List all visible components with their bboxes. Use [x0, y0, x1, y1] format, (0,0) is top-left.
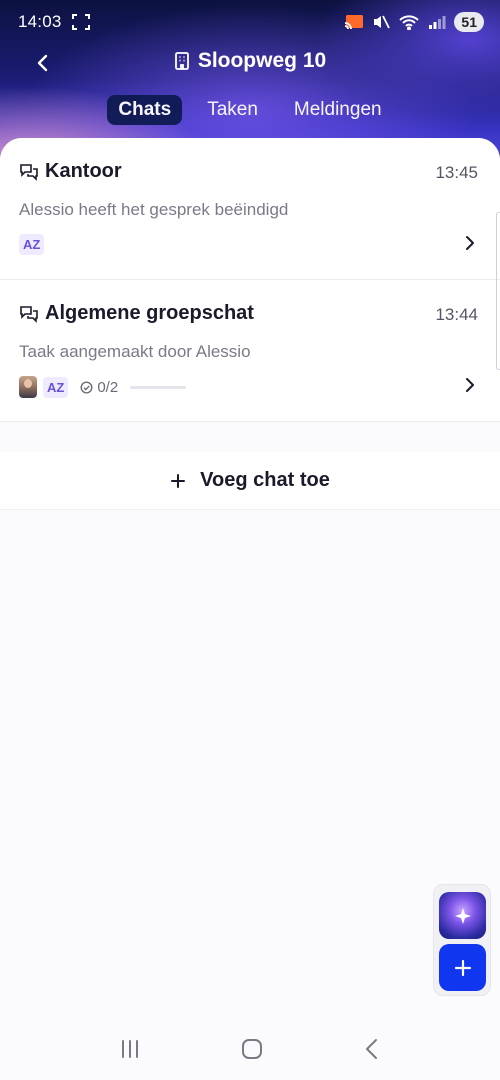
building-icon — [174, 52, 189, 70]
chat-time: 13:44 — [435, 305, 478, 324]
task-count-label: 0/2 — [97, 378, 119, 396]
recent-apps-icon[interactable] — [119, 1038, 141, 1060]
title-bar: Sloopweg 10 — [0, 40, 500, 82]
chat-time: 13:45 — [435, 163, 478, 182]
check-circle-icon — [80, 380, 93, 394]
chat-bubbles-icon — [20, 163, 38, 181]
chevron-right-icon — [466, 378, 474, 392]
screen-expand-icon — [71, 14, 90, 30]
page-title: Sloopweg 10 — [197, 49, 327, 72]
chevron-left-icon — [37, 54, 48, 72]
chevron-right-icon — [466, 236, 474, 250]
add-chat-button[interactable]: Voeg chat toe — [0, 452, 500, 510]
chat-participants: AZ — [19, 234, 45, 255]
task-counter: 0/2 — [80, 379, 118, 396]
sparkle-icon — [454, 907, 471, 924]
back-button[interactable] — [28, 48, 58, 78]
tab-meldingen[interactable]: Meldingen — [283, 95, 393, 125]
scrollbar[interactable] — [496, 212, 500, 370]
task-progress-bar — [130, 385, 187, 389]
chat-title: Algemene groepschat — [45, 302, 254, 324]
signal-icon — [429, 16, 446, 29]
home-icon[interactable] — [240, 1037, 264, 1061]
status-time: 14:03 — [18, 12, 62, 31]
ai-assistant-button[interactable] — [439, 892, 486, 939]
fab-group — [433, 884, 491, 996]
tab-taken[interactable]: Taken — [196, 95, 269, 125]
cast-icon — [345, 15, 364, 30]
participant-initials: AZ — [19, 234, 45, 255]
chat-title: Kantoor — [45, 160, 122, 182]
status-bar: 14:03 51 — [0, 0, 500, 44]
participant-initials: AZ — [43, 376, 69, 398]
avatar — [19, 376, 37, 398]
chat-last-message: Alessio heeft het gesprek beëindigd — [19, 200, 289, 219]
tab-chats[interactable]: Chats — [107, 95, 183, 125]
chat-item-algemene-groepschat[interactable]: Algemene groepschat 13:44 Taak aangemaak… — [0, 280, 500, 422]
chat-bubbles-icon — [20, 305, 38, 323]
plus-icon — [454, 959, 471, 976]
battery-indicator: 51 — [454, 12, 484, 32]
tab-bar: Chats Taken Meldingen — [0, 95, 500, 125]
chat-participants: AZ 0/2 — [19, 376, 187, 398]
chat-item-kantoor[interactable]: Kantoor 13:45 Alessio heeft het gesprek … — [0, 138, 500, 280]
system-nav-bar — [0, 1018, 500, 1080]
wifi-icon — [399, 15, 420, 30]
mute-icon — [374, 15, 391, 29]
chat-last-message: Taak aangemaakt door Alessio — [19, 342, 251, 361]
back-icon[interactable] — [363, 1037, 381, 1061]
plus-icon — [171, 473, 186, 488]
add-chat-label: Voeg chat toe — [200, 469, 330, 491]
add-button[interactable] — [439, 944, 486, 991]
